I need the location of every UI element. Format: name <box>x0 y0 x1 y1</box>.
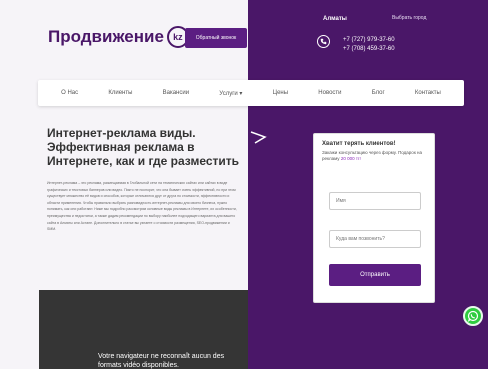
phone-number-1[interactable]: +7 (727) 979-37-60 <box>343 36 395 45</box>
nav-item-news[interactable]: Новости <box>318 90 341 96</box>
form-title: Хватит терять клиентов! <box>322 141 396 147</box>
logo-text: Продвижение <box>48 27 164 46</box>
callback-button[interactable]: Обратный звонок <box>185 28 247 48</box>
form-text: Закажи консультацию через форму. Подарок… <box>322 150 426 162</box>
city-label: Алматы <box>323 16 347 22</box>
nav-item-vacancies[interactable]: Вакансии <box>163 90 189 96</box>
video-unsupported-message: Votre navigateur ne reconnaît aucun des … <box>98 353 225 369</box>
consultation-form: Хватит терять клиентов! Закажи консульта… <box>313 133 435 303</box>
form-text-prefix: Закажи консультацию через форму. Подарок… <box>322 150 423 161</box>
phone-number-2[interactable]: +7 (708) 459-37-60 <box>343 45 395 54</box>
whatsapp-button[interactable] <box>463 306 483 326</box>
nav-item-contacts[interactable]: Контакты <box>415 90 441 96</box>
nav-item-about[interactable]: О Нас <box>61 90 78 96</box>
whatsapp-icon <box>467 310 479 322</box>
phone-numbers: +7 (727) 979-37-60 +7 (708) 459-37-60 <box>343 36 395 54</box>
submit-button[interactable]: Отправить <box>329 264 421 286</box>
form-text-highlight: 20 000 тг! <box>340 156 361 161</box>
phone-icon <box>317 35 330 48</box>
arrow-right-icon <box>250 131 267 144</box>
nav-item-blog[interactable]: Блог <box>372 90 385 96</box>
page-title: Интернет-реклама виды. Эффективная рекла… <box>47 126 240 168</box>
city-select-link[interactable]: Выбрать город <box>392 15 426 21</box>
nav-item-services[interactable]: Услуги ▾ <box>219 90 242 97</box>
nav-item-prices[interactable]: Цены <box>273 90 288 96</box>
phone-input[interactable] <box>329 230 421 248</box>
main-nav: О Нас Клиенты Вакансии Услуги ▾ Цены Нов… <box>38 80 464 106</box>
nav-item-clients[interactable]: Клиенты <box>108 90 132 96</box>
logo[interactable]: Продвижение kz <box>48 26 189 48</box>
name-input[interactable] <box>329 192 421 210</box>
article-text: Интернет-реклама – это реклама, размещае… <box>47 181 237 232</box>
